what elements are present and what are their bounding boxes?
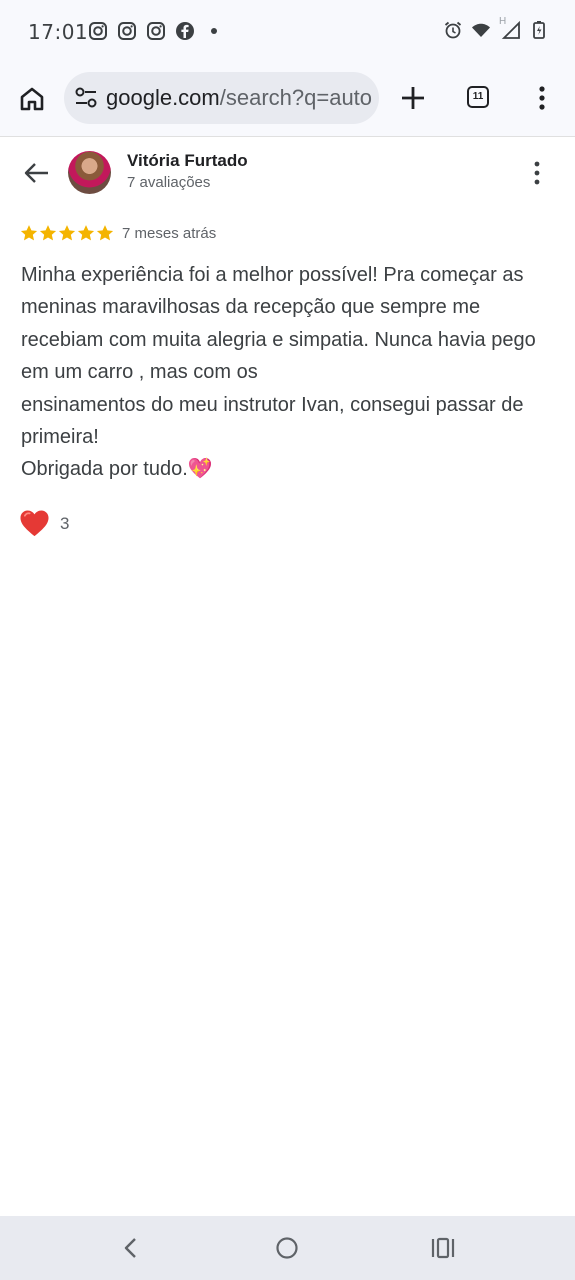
instagram-icon bbox=[89, 22, 107, 40]
address-bar[interactable]: google.com/search?q=auto bbox=[64, 72, 379, 124]
notification-icons bbox=[88, 21, 224, 41]
review-text: Minha experiência foi a melhor possível!… bbox=[21, 264, 536, 481]
nav-back-icon[interactable] bbox=[120, 1236, 142, 1260]
status-bar: 17:01 H bbox=[0, 0, 575, 64]
browser-menu-icon[interactable] bbox=[532, 84, 552, 112]
star-rating bbox=[20, 224, 114, 242]
reviewer-name[interactable]: Vitória Furtado bbox=[127, 151, 248, 171]
tab-switcher-button[interactable]: 11 bbox=[467, 86, 489, 108]
wifi-icon bbox=[472, 23, 490, 37]
reviewer-review-count: 7 avaliações bbox=[127, 174, 211, 191]
review-time: 7 meses atrás bbox=[122, 225, 217, 242]
browser-toolbar: google.com/search?q=auto 11 bbox=[0, 64, 575, 137]
heart-icon bbox=[20, 510, 49, 537]
site-settings-icon[interactable] bbox=[74, 87, 98, 109]
back-arrow-icon[interactable] bbox=[22, 158, 52, 188]
battery-icon bbox=[533, 21, 545, 39]
home-icon[interactable] bbox=[17, 84, 47, 114]
nav-recents-icon[interactable] bbox=[430, 1236, 456, 1260]
star-icon bbox=[39, 225, 57, 241]
url-path: /search?q=auto bbox=[219, 85, 373, 110]
signal-icon: H bbox=[499, 16, 521, 40]
facebook-icon bbox=[176, 22, 194, 40]
reaction-button[interactable]: 3 bbox=[19, 509, 69, 538]
new-tab-icon[interactable] bbox=[399, 84, 427, 112]
nav-home-icon[interactable] bbox=[275, 1236, 299, 1260]
dot-icon bbox=[211, 28, 217, 34]
instagram-icon bbox=[118, 22, 136, 40]
alarm-icon bbox=[444, 21, 462, 39]
url-host: google.com bbox=[106, 85, 220, 110]
instagram-icon bbox=[147, 22, 165, 40]
reaction-count: 3 bbox=[60, 513, 70, 533]
star-icon bbox=[20, 225, 38, 241]
system-icons: H bbox=[443, 16, 549, 40]
star-icon bbox=[96, 225, 114, 241]
system-navigation-bar bbox=[0, 1216, 575, 1280]
star-icon bbox=[58, 225, 76, 241]
star-icon bbox=[77, 225, 95, 241]
url-text[interactable]: google.com/search?q=auto bbox=[106, 85, 376, 111]
avatar[interactable] bbox=[68, 151, 111, 194]
status-time: 17:01 bbox=[28, 20, 89, 44]
more-options-icon[interactable] bbox=[527, 160, 547, 186]
